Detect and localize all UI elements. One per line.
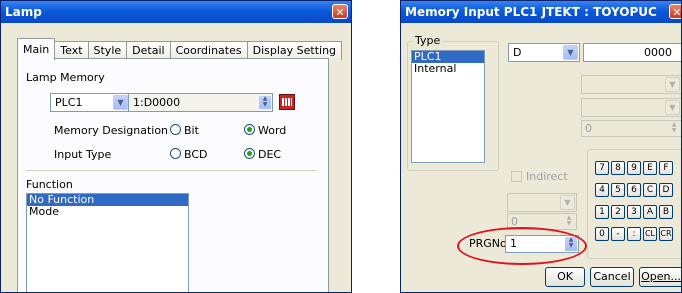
chevron-down-icon[interactable]: ▼ — [563, 45, 578, 60]
key-d[interactable]: D — [659, 183, 673, 197]
memory-input-close-button[interactable]: ✕ — [669, 4, 681, 19]
key-8[interactable]: 8 — [611, 161, 625, 175]
function-item-mode[interactable]: Mode — [27, 206, 188, 218]
key-7[interactable]: 7 — [595, 161, 609, 175]
key-4[interactable]: 4 — [595, 183, 609, 197]
disabled-spin-value: 0 — [585, 122, 592, 135]
lamp-close-button[interactable]: ✕ — [332, 4, 348, 19]
memory-designation-label: Memory Designation — [54, 124, 169, 137]
radio-bit[interactable] — [170, 124, 181, 135]
tab-main[interactable]: Main — [17, 38, 56, 60]
key-f[interactable]: F — [659, 161, 673, 175]
memory-input-title: Memory Input PLC1 JTEKT : TOYOPUC — [405, 5, 657, 19]
key-5[interactable]: 5 — [611, 183, 625, 197]
cancel-button[interactable]: Cancel — [590, 267, 634, 287]
lamp-tab-strip: Main Text Style Detail Coordinates Display Se… — [17, 38, 343, 60]
lamp-main-panel: Lamp Memory PLC1 ▼ 1:D0000 ▲ ▼ Memory Des… — [17, 58, 329, 292]
open-button[interactable]: Open... — [639, 267, 681, 287]
memory-keyboard-icon[interactable] — [279, 94, 295, 110]
lamp-address-value: 1:D0000 — [133, 96, 181, 109]
chevron-down-icon: ▼ — [560, 195, 575, 210]
key-9[interactable]: 9 — [627, 161, 641, 175]
disabled-select-2[interactable]: ▼ — [581, 98, 681, 117]
radio-dec-label: DEC — [258, 148, 282, 161]
key-colon[interactable]: : — [627, 227, 641, 241]
lamp-separator — [26, 170, 316, 171]
indirect-label: Indirect — [526, 170, 568, 183]
disabled-spin-field[interactable]: 0 ▲ ▼ — [581, 120, 681, 137]
indirect-checkbox[interactable] — [511, 171, 522, 182]
chevron-down-icon[interactable]: ▼ — [113, 95, 128, 110]
address-input[interactable]: 0000 — [583, 43, 681, 62]
chevron-down-icon: ▼ — [665, 77, 680, 92]
key-0[interactable]: 0 — [595, 227, 609, 241]
lamp-memory-label: Lamp Memory — [26, 71, 105, 84]
highlight-circle — [457, 227, 587, 265]
address-input-value: 0000 — [644, 46, 672, 59]
lamp-dialog: Lamp ✕ Main Text Style Detail Coordinates Dis… — [0, 0, 352, 293]
key-3[interactable]: 3 — [627, 205, 641, 219]
radio-bit-label: Bit — [184, 124, 199, 137]
key-e[interactable]: E — [643, 161, 657, 175]
spinner-icon: ▲ ▼ — [668, 122, 680, 135]
key-6[interactable]: 6 — [627, 183, 641, 197]
plc-select[interactable]: PLC1 ▼ — [50, 93, 130, 112]
memory-input-title-bar: Memory Input PLC1 JTEKT : TOYOPUC ✕ — [401, 1, 681, 23]
type-label: Type — [413, 34, 443, 47]
type-list[interactable]: PLC1 Internal — [411, 50, 485, 163]
key-cr[interactable]: CR — [659, 227, 673, 241]
key-a[interactable]: A — [643, 205, 657, 219]
memory-input-dialog: Memory Input PLC1 JTEKT : TOYOPUC ✕ Type… — [400, 0, 682, 293]
lamp-title: Lamp — [5, 5, 42, 19]
type-item-internal[interactable]: Internal — [412, 63, 484, 75]
spinner-icon: ▲ ▼ — [563, 215, 575, 228]
function-label: Function — [26, 178, 73, 191]
device-select-value: D — [513, 46, 522, 59]
lamp-address-field[interactable]: 1:D0000 ▲ ▼ — [128, 93, 273, 112]
key-1[interactable]: 1 — [595, 205, 609, 219]
radio-dec[interactable] — [244, 148, 255, 159]
chevron-down-icon: ▼ — [665, 100, 680, 115]
key-cl[interactable]: CL — [643, 227, 657, 241]
plc-select-value: PLC1 — [55, 96, 83, 109]
lamp-title-bar: Lamp ✕ — [1, 1, 351, 23]
radio-word[interactable] — [244, 124, 255, 135]
device-select[interactable]: D ▼ — [508, 43, 580, 62]
key-c[interactable]: C — [643, 183, 657, 197]
function-list[interactable]: No Function Mode — [26, 193, 189, 292]
address-spinner-icon[interactable]: ▲ ▼ — [259, 96, 271, 109]
radio-bcd-label: BCD — [184, 148, 208, 161]
input-type-label: Input Type — [54, 148, 112, 161]
key-2[interactable]: 2 — [611, 205, 625, 219]
radio-word-label: Word — [258, 124, 287, 137]
ok-button[interactable]: OK — [545, 267, 585, 287]
disabled-select-1[interactable]: ▼ — [581, 75, 681, 94]
key-minus[interactable]: - — [611, 227, 625, 241]
indirect-select[interactable]: ▼ — [507, 193, 577, 212]
radio-bcd[interactable] — [170, 148, 181, 159]
key-b[interactable]: B — [659, 205, 673, 219]
